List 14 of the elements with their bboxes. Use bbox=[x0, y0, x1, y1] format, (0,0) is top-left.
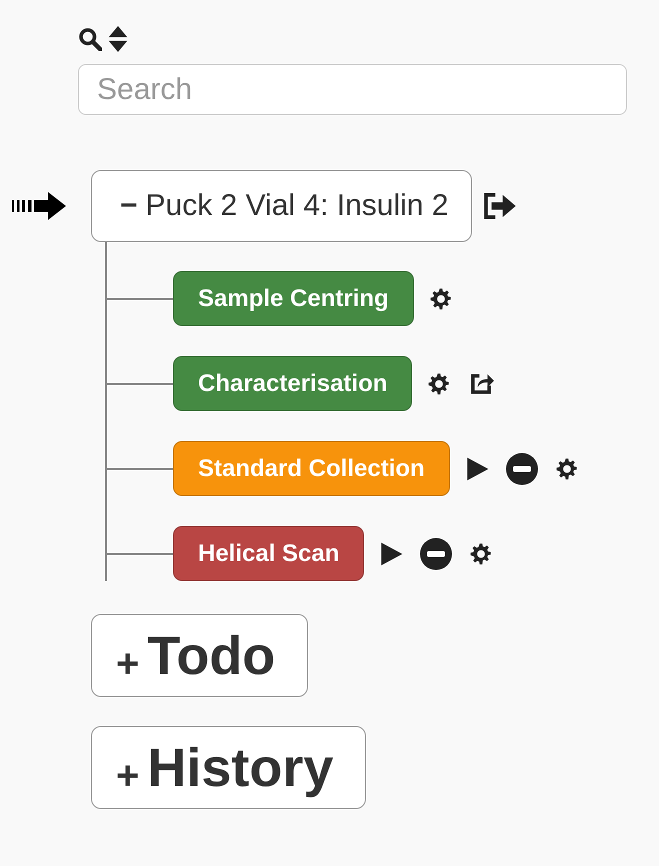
section-button[interactable]: +History bbox=[91, 726, 366, 809]
exit-icon[interactable] bbox=[482, 193, 516, 219]
settings-icon[interactable] bbox=[428, 286, 454, 312]
task-button[interactable]: Sample Centring bbox=[173, 271, 414, 326]
sample-node[interactable]: − Puck 2 Vial 4: Insulin 2 bbox=[91, 170, 472, 242]
section-button[interactable]: +Todo bbox=[91, 614, 308, 697]
task-button[interactable]: Characterisation bbox=[173, 356, 412, 411]
settings-icon[interactable] bbox=[554, 456, 580, 482]
search-field[interactable]: Search bbox=[78, 64, 627, 115]
remove-icon[interactable] bbox=[506, 452, 538, 484]
search-icon[interactable] bbox=[78, 27, 102, 51]
remove-icon[interactable] bbox=[420, 538, 452, 570]
task-button[interactable]: Helical Scan bbox=[173, 526, 364, 581]
sort-icon[interactable] bbox=[108, 26, 128, 52]
